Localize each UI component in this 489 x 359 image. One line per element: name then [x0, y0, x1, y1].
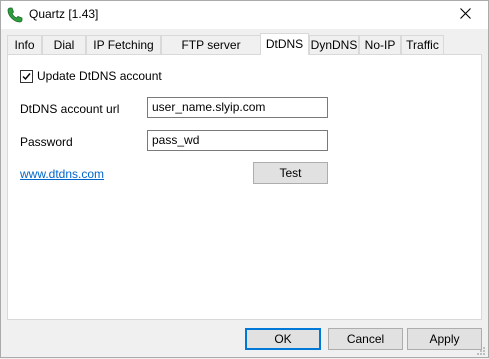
close-icon — [459, 8, 471, 22]
tab-dtdns[interactable]: DtDNS — [260, 33, 309, 55]
update-dtdns-checkbox[interactable] — [20, 69, 33, 83]
app-window: Quartz [1.43] Info Dial IP Fetching FTP … — [0, 0, 489, 358]
update-dtdns-label: Update DtDNS account — [37, 69, 162, 83]
dtdns-website-link[interactable]: www.dtdns.com — [20, 167, 104, 181]
cancel-button[interactable]: Cancel — [328, 328, 403, 350]
tab-traffic[interactable]: Traffic — [401, 35, 444, 54]
phone-handset-icon — [6, 6, 24, 24]
close-button[interactable] — [442, 1, 488, 29]
ok-button[interactable]: OK — [245, 328, 321, 350]
tab-no-ip[interactable]: No-IP — [359, 35, 401, 54]
tab-dial[interactable]: Dial — [42, 35, 86, 54]
title-bar[interactable]: Quartz [1.43] — [1, 1, 488, 29]
update-dtdns-checkbox-row[interactable]: Update DtDNS account — [20, 69, 162, 83]
account-url-input[interactable]: user_name.slyip.com — [147, 97, 328, 118]
tab-dyndns[interactable]: DynDNS — [309, 35, 359, 54]
tab-ftp-server-update[interactable]: FTP server update — [161, 35, 261, 71]
dtdns-panel: Update DtDNS account DtDNS account url u… — [7, 54, 482, 320]
apply-button[interactable]: Apply — [407, 328, 482, 350]
checkmark-icon — [22, 72, 31, 80]
password-label: Password — [20, 135, 73, 149]
test-button[interactable]: Test — [253, 162, 328, 184]
tab-info[interactable]: Info — [7, 35, 42, 54]
window-title: Quartz [1.43] — [29, 7, 99, 21]
resize-grip-icon[interactable] — [476, 345, 486, 355]
account-url-label: DtDNS account url — [20, 102, 120, 116]
tab-ip-fetching[interactable]: IP Fetching — [86, 35, 161, 54]
password-input[interactable]: pass_wd — [147, 130, 328, 151]
